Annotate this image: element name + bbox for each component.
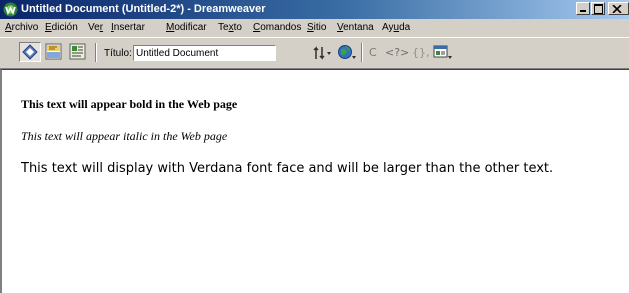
menu-ayuda[interactable]: Ayuda bbox=[382, 19, 410, 37]
file-management-icon[interactable] bbox=[312, 44, 334, 62]
toolbar-separator bbox=[361, 43, 363, 62]
italic-paragraph[interactable]: This text will appear italic in the Web … bbox=[21, 129, 227, 144]
document-design-view[interactable]: This text will appear bold in the Web pa… bbox=[0, 69, 629, 293]
design-view-button[interactable] bbox=[67, 42, 89, 62]
menu-comandos[interactable]: Comandos bbox=[253, 19, 301, 37]
document-title-input[interactable] bbox=[133, 45, 276, 61]
split-view-button[interactable] bbox=[43, 42, 65, 62]
reference-icon[interactable]: <?> bbox=[385, 46, 409, 59]
toolbar-separator bbox=[95, 43, 97, 62]
title-bar[interactable]: Untitled Document (Untitled-2*) - Dreamw… bbox=[0, 0, 629, 19]
menu-edicion[interactable]: Edición bbox=[45, 19, 78, 37]
code-view-button[interactable] bbox=[19, 42, 41, 62]
view-options-icon[interactable] bbox=[432, 44, 454, 62]
refresh-icon[interactable]: C bbox=[369, 46, 377, 59]
menu-ventana[interactable]: Ventana bbox=[337, 19, 374, 37]
code-view-icon bbox=[22, 44, 38, 60]
menu-modificar[interactable]: Modificar bbox=[166, 19, 207, 37]
window-title: Untitled Document (Untitled-2*) - Dreamw… bbox=[21, 3, 266, 15]
menu-texto[interactable]: Texto bbox=[218, 19, 242, 37]
maximize-button[interactable] bbox=[591, 2, 605, 15]
menu-archivo[interactable]: Archivo bbox=[5, 19, 38, 37]
code-navigation-icon[interactable]: {}, bbox=[412, 46, 430, 59]
verdana-paragraph[interactable]: This text will display with Verdana font… bbox=[21, 161, 553, 176]
preview-in-browser-icon[interactable] bbox=[337, 44, 359, 62]
title-label: Título: bbox=[104, 48, 132, 59]
dreamweaver-logo-icon bbox=[3, 2, 18, 17]
close-icon bbox=[612, 5, 622, 13]
document-toolbar: Título: C <?> {}, bbox=[0, 37, 629, 69]
dreamweaver-window: Untitled Document (Untitled-2*) - Dreamw… bbox=[0, 0, 629, 293]
menu-ver[interactable]: Ver bbox=[88, 19, 103, 37]
menu-sitio[interactable]: Sitio bbox=[307, 19, 326, 37]
minimize-button[interactable] bbox=[576, 2, 590, 15]
bold-paragraph[interactable]: This text will appear bold in the Web pa… bbox=[21, 97, 237, 112]
design-view-icon bbox=[69, 43, 86, 60]
menu-insertar[interactable]: Insertar bbox=[111, 19, 145, 37]
code-and-design-view-icon bbox=[45, 43, 62, 60]
close-button[interactable] bbox=[608, 2, 629, 15]
menu-bar: Archivo Edición Ver Insertar Modificar T… bbox=[0, 19, 629, 37]
